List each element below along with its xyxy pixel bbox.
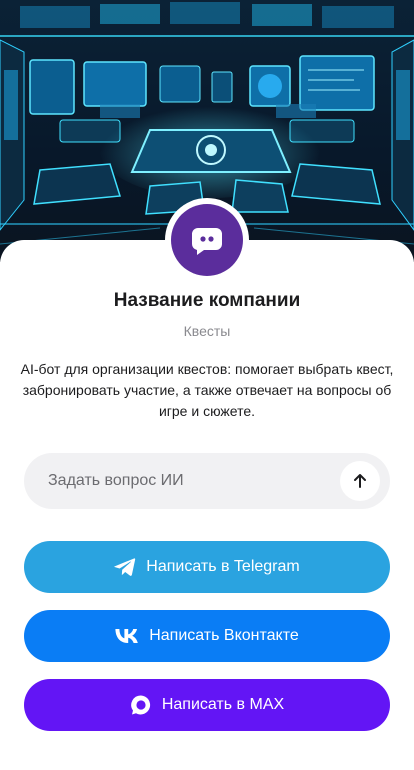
max-icon: [131, 695, 150, 715]
avatar: [171, 204, 243, 276]
company-avatar: [165, 198, 249, 282]
ask-ai-field: [24, 453, 390, 509]
ask-ai-input[interactable]: [48, 461, 328, 501]
vk-button-label: Написать Вконтакте: [149, 627, 299, 644]
max-button[interactable]: Написать в MAX: [24, 679, 390, 731]
telegram-icon: [114, 558, 136, 576]
company-name: Название компании: [113, 290, 301, 311]
send-button[interactable]: [340, 461, 380, 501]
max-button-label: Написать в MAX: [161, 696, 285, 713]
arrow-up-icon: [354, 474, 366, 488]
company-category: Квесты: [183, 323, 231, 339]
telegram-button-label: Написать в Telegram: [146, 558, 300, 575]
vk-button[interactable]: Написать Вконтакте: [24, 610, 390, 662]
telegram-button[interactable]: Написать в Telegram: [24, 541, 390, 593]
company-description: AI-бот для организации квестов: помогает…: [20, 361, 394, 419]
vk-icon: [115, 629, 139, 643]
chat-bot-icon: [191, 228, 222, 255]
